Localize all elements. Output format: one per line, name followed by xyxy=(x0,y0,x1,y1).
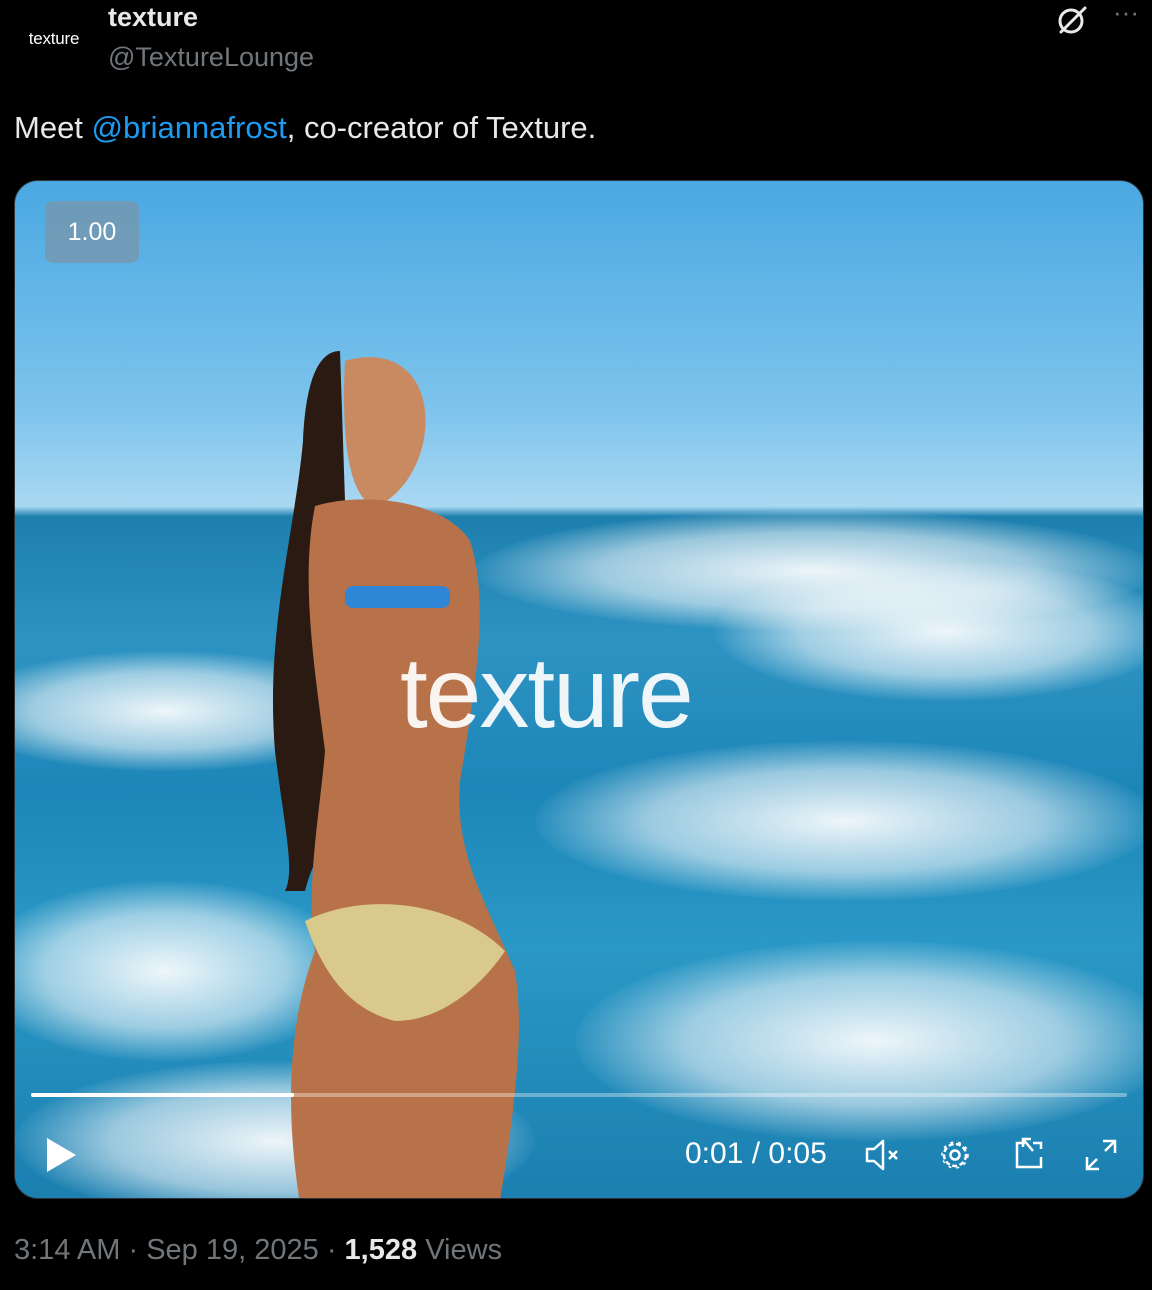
video-progress-bar[interactable] xyxy=(31,1093,1127,1097)
tweet-text: Meet @briannafrost, co-creator of Textur… xyxy=(14,110,596,146)
tweet-date[interactable]: Sep 19, 2025 xyxy=(146,1234,319,1266)
video-player[interactable]: 1.00 texture 0:01 / 0:05 xyxy=(14,180,1144,1199)
expand-icon[interactable] xyxy=(1081,1135,1121,1175)
tweet-text-after: , co-creator of Texture. xyxy=(286,110,597,145)
meta-separator: · xyxy=(326,1234,337,1266)
wave-foam xyxy=(535,741,1143,901)
tweet-time[interactable]: 3:14 AM xyxy=(14,1234,120,1266)
avatar[interactable]: texture xyxy=(14,4,94,74)
muted-speaker-icon[interactable] xyxy=(863,1135,903,1175)
video-frame-subject xyxy=(272,351,519,1198)
tweet-meta: 3:14 AM · Sep 19, 2025 · 1,528 Views xyxy=(14,1234,502,1267)
video-watermark: texture xyxy=(400,637,694,749)
avatar-logo-text: texture xyxy=(28,29,80,48)
video-time: 0:01 / 0:05 xyxy=(685,1137,827,1170)
display-name[interactable]: texture xyxy=(108,2,198,33)
grok-icon[interactable] xyxy=(1056,4,1088,36)
play-icon[interactable] xyxy=(43,1135,79,1175)
wave-foam xyxy=(715,561,1143,701)
views-count[interactable]: 1,528 xyxy=(345,1234,418,1266)
tweet: texture texture @TextureLounge ··· Meet … xyxy=(0,0,1152,1290)
user-handle[interactable]: @TextureLounge xyxy=(108,42,314,73)
picture-in-picture-icon[interactable] xyxy=(1009,1135,1049,1175)
wave-foam xyxy=(575,941,1143,1141)
playback-speed-badge[interactable]: 1.00 xyxy=(45,201,139,263)
more-icon[interactable]: ··· xyxy=(1110,0,1142,30)
gear-icon[interactable] xyxy=(935,1135,975,1175)
video-progress-fill xyxy=(31,1093,295,1097)
views-label[interactable]: Views xyxy=(425,1234,502,1266)
mention-link[interactable]: @briannafrost xyxy=(92,110,287,145)
tweet-text-before: Meet xyxy=(14,110,92,145)
meta-separator: · xyxy=(128,1234,139,1266)
